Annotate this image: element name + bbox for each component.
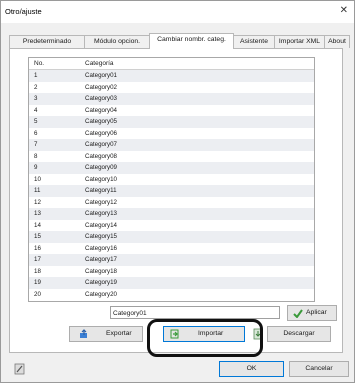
exportar-button[interactable]: Exportar [69, 326, 143, 342]
close-icon[interactable]: ✕ [340, 5, 348, 16]
row-category-name: Category11 [85, 187, 117, 194]
window-title: Otro/ajuste [5, 7, 42, 16]
tab-cambiar-nombr-categ[interactable]: Cambiar nombr. categ. [149, 33, 234, 49]
list-item[interactable]: 1 Category01 [29, 70, 314, 82]
row-number: 3 [34, 95, 38, 102]
row-category-name: Category13 [85, 210, 117, 217]
export-icon [80, 329, 87, 338]
row-number: 15 [34, 233, 41, 240]
row-category-name: Category14 [85, 221, 117, 229]
importar-label: Importar [198, 330, 224, 337]
tab-about[interactable]: About [324, 35, 350, 48]
list-item[interactable]: 14 Category14 [29, 219, 314, 231]
row-number: 7 [34, 141, 38, 148]
row-number: 1 [34, 72, 38, 79]
row-category-name: Category04 [85, 106, 117, 114]
list-item[interactable]: 12 Category12 [29, 196, 314, 208]
row-number: 6 [34, 129, 38, 137]
list-item[interactable]: 2 Category02 [29, 81, 314, 93]
exportar-label: Exportar [106, 330, 132, 337]
tab-importar-xml[interactable]: Importar XML [274, 35, 325, 48]
cancelar-button[interactable]: Cancelar [289, 361, 349, 377]
row-number: 4 [34, 106, 38, 114]
ok-button[interactable]: OK [219, 361, 284, 377]
category-name-input[interactable]: Category01 [110, 306, 280, 319]
row-category-name: Category02 [85, 83, 117, 91]
importar-button[interactable]: Importar [163, 326, 245, 342]
row-number: 2 [34, 83, 38, 91]
row-category-name: Category12 [85, 198, 117, 206]
row-category-name: Category05 [85, 118, 117, 125]
aplicar-button[interactable]: Aplicar [287, 305, 337, 321]
row-number: 19 [34, 279, 41, 286]
list-item[interactable]: 8 Category08 [29, 150, 314, 162]
row-category-name: Category16 [85, 244, 117, 252]
list-item[interactable]: 15 Category15 [29, 231, 314, 243]
row-number: 16 [34, 244, 41, 252]
row-category-name: Category17 [85, 256, 117, 263]
list-item[interactable]: 20 Category20 [29, 288, 314, 300]
settings-dialog: Otro/ajuste ✕ Predeterminado Módulo opci… [0, 0, 355, 383]
row-category-name: Category19 [85, 279, 117, 286]
row-number: 17 [34, 256, 41, 263]
descargar-button[interactable]: Descargar [267, 326, 331, 342]
row-number: 20 [34, 290, 41, 298]
list-item[interactable]: 9 Category09 [29, 162, 314, 174]
list-item[interactable]: 5 Category05 [29, 116, 314, 128]
row-number: 12 [34, 198, 41, 206]
list-item[interactable]: 11 Category11 [29, 185, 314, 197]
tab-asistente[interactable]: Asistente [233, 35, 275, 48]
row-category-name: Category03 [85, 95, 117, 102]
category-list[interactable]: No. Categoría 1 Category01 2 Category02 3 Cat… [28, 57, 315, 302]
row-number: 13 [34, 210, 41, 217]
row-number: 11 [34, 187, 41, 194]
row-number: 10 [34, 175, 41, 183]
row-category-name: Category01 [85, 72, 117, 79]
row-number: 14 [34, 221, 41, 229]
list-item[interactable]: 16 Category16 [29, 242, 314, 254]
list-item[interactable]: 6 Category06 [29, 127, 314, 139]
row-category-name: Category08 [85, 152, 117, 160]
tab-predeterminado[interactable]: Predeterminado [9, 35, 85, 48]
list-item[interactable]: 4 Category04 [29, 104, 314, 116]
list-item[interactable]: 3 Category03 [29, 93, 314, 105]
list-item[interactable]: 10 Category10 [29, 173, 314, 185]
row-number: 5 [34, 118, 38, 125]
row-number: 8 [34, 152, 38, 160]
import-icon [170, 329, 179, 339]
row-number: 9 [34, 164, 38, 171]
row-number: 18 [34, 267, 41, 275]
row-category-name: Category07 [85, 141, 117, 148]
tab-modulo-opcion[interactable]: Módulo opcion. [84, 35, 150, 48]
row-category-name: Category20 [85, 290, 117, 298]
column-header-no[interactable]: No. [34, 60, 44, 67]
list-item[interactable]: 7 Category07 [29, 139, 314, 151]
row-category-name: Category09 [85, 164, 117, 171]
list-item[interactable]: 13 Category13 [29, 208, 314, 220]
row-category-name: Category06 [85, 129, 117, 137]
list-header: No. Categoría [29, 58, 314, 70]
title-bar: Otro/ajuste ✕ [1, 1, 354, 23]
aplicar-label: Aplicar [306, 309, 327, 316]
column-header-categoria[interactable]: Categoría [85, 60, 114, 67]
checkmark-icon [293, 309, 303, 318]
download-icon[interactable] [253, 328, 263, 340]
row-category-name: Category18 [85, 267, 117, 275]
notebook-icon[interactable] [14, 363, 25, 375]
row-category-name: Category15 [85, 233, 117, 240]
list-item[interactable]: 17 Category17 [29, 254, 314, 266]
list-item[interactable]: 18 Category18 [29, 265, 314, 277]
list-item[interactable]: 19 Category19 [29, 277, 314, 289]
row-category-name: Category10 [85, 175, 117, 183]
